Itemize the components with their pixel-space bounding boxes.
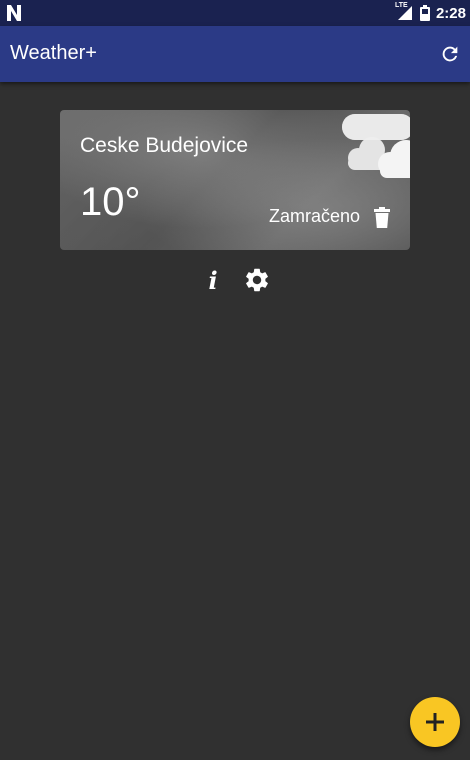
notification-n-icon (7, 5, 21, 21)
battery-icon (419, 5, 430, 21)
weather-card[interactable]: Ceske Budejovice 10° Zamračeno (60, 110, 410, 250)
status-right-group: LTE 2:28 (395, 0, 466, 26)
app-title: Weather+ (10, 42, 97, 64)
add-icon (426, 713, 444, 731)
card-actions: i (0, 264, 470, 296)
signal-icon: LTE (395, 2, 414, 21)
city-name: Ceske Budejovice (80, 134, 249, 157)
delete-button[interactable] (372, 207, 392, 229)
status-time: 2:28 (435, 4, 466, 22)
add-location-button[interactable] (410, 697, 460, 747)
refresh-button[interactable] (436, 40, 464, 68)
weather-condition: Zamračeno (268, 206, 360, 226)
gear-icon (246, 268, 268, 292)
settings-button[interactable] (243, 266, 271, 294)
status-bar: LTE 2:28 (0, 0, 470, 26)
info-icon[interactable]: i (204, 266, 222, 295)
delete-icon (374, 207, 390, 228)
refresh-icon (442, 46, 458, 62)
cloudy-icon (342, 114, 410, 178)
app-bar: Weather+ (0, 26, 470, 82)
temperature: 10° (80, 180, 141, 224)
